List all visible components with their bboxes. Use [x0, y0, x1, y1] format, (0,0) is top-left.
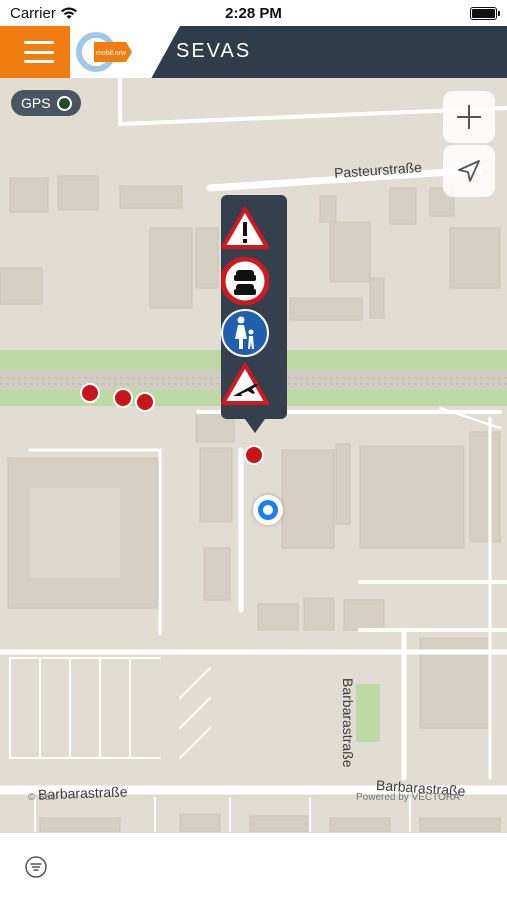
- user-location-marker: [253, 495, 283, 525]
- poi-marker-selected[interactable]: [244, 445, 264, 465]
- menu-line: [24, 60, 54, 63]
- warning-sign-icon[interactable]: [221, 205, 269, 253]
- map-attribution-left: © Sev: [28, 792, 56, 803]
- poi-marker[interactable]: [113, 388, 133, 408]
- mobil-nrw-logo: mobil.nrw: [76, 32, 132, 72]
- locate-me-button[interactable]: [443, 145, 495, 197]
- gps-status-indicator: [56, 95, 72, 111]
- menu-button[interactable]: [24, 41, 54, 63]
- aircraft-warning-sign-icon[interactable]: [221, 361, 269, 409]
- poi-marker[interactable]: [80, 383, 100, 403]
- pedestrian-zone-sign-icon[interactable]: [221, 309, 269, 357]
- zoom-in-button[interactable]: [443, 91, 495, 143]
- page-title: SEVAS: [176, 40, 252, 62]
- no-overtaking-sign-icon[interactable]: [221, 257, 269, 305]
- gps-toggle[interactable]: GPS: [11, 90, 81, 116]
- menu-line: [24, 41, 54, 44]
- menu-line: [24, 50, 54, 54]
- plus-icon: [457, 105, 481, 129]
- app-header: mobil.nrw SEVAS: [0, 26, 507, 78]
- filter-icon[interactable]: [24, 855, 48, 879]
- clock: 2:28 PM: [225, 5, 282, 22]
- street-label-barbarastrasse-vertical: Barbarastraße: [340, 678, 356, 768]
- gps-label: GPS: [21, 95, 51, 111]
- bottom-toolbar: [0, 832, 507, 900]
- battery-icon: [470, 7, 500, 20]
- logo-text: mobil.nrw: [96, 50, 127, 57]
- status-bar: Carrier 2:28 PM: [0, 0, 507, 26]
- sign-callout[interactable]: [221, 195, 287, 433]
- poi-marker[interactable]: [135, 392, 155, 412]
- map-attribution-right: Powered by VECTORA: [356, 792, 460, 803]
- map-view[interactable]: Pasteurstraße Barbarastraße Barbarastraß…: [0, 78, 507, 832]
- location-arrow-icon: [458, 160, 480, 182]
